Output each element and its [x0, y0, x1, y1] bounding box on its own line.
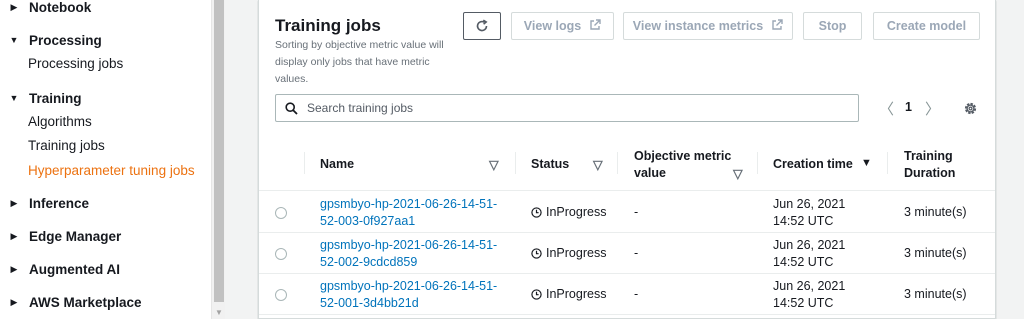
sidebar-scrollbar[interactable]: ▼ — [211, 0, 225, 319]
objective-value: - — [634, 287, 639, 301]
main-content: Training jobs Sorting by objective metri… — [225, 0, 1024, 319]
search-icon — [285, 101, 299, 115]
column-divider — [757, 152, 758, 174]
column-header-status[interactable]: Status — [531, 157, 569, 171]
column-divider — [515, 152, 516, 174]
sidebar-section-label: Edge Manager — [29, 228, 122, 244]
creation-time: Jun 26, 2021 14:52 UTC — [773, 279, 846, 310]
sidebar-section-label: Inference — [29, 195, 90, 211]
sidebar-section-label: Training — [29, 90, 82, 106]
stop-button[interactable]: Stop — [803, 12, 862, 40]
job-name-link[interactable]: gpsmbyo-hp-2021-06-26-14-51- 52-003-0f927… — [320, 196, 497, 230]
sidebar-section-inference[interactable]: ▶ Inference — [0, 193, 90, 213]
training-jobs-panel: Training jobs Sorting by objective metri… — [258, 0, 996, 319]
panel-title: Training jobs — [275, 16, 381, 35]
table-row[interactable]: gpsmbyo-hp-2021-06-26-14-51- 52-002-9cdcd… — [259, 233, 995, 274]
view-logs-button[interactable]: View logs — [511, 12, 614, 40]
sidebar-item-processing-jobs[interactable]: Processing jobs — [28, 54, 123, 74]
status-cell: InProgress — [531, 286, 606, 303]
sidebar-section-label: Notebook — [29, 0, 92, 15]
column-divider — [617, 152, 618, 174]
training-duration: 3 minute(s) — [904, 205, 967, 219]
row-select-radio[interactable] — [275, 207, 287, 219]
column-header-training[interactable]: Training — [904, 149, 953, 163]
caret-right-icon: ▶ — [10, 296, 18, 307]
creation-time: Jun 26, 2021 14:52 UTC — [773, 197, 846, 228]
caret-right-icon: ▶ — [10, 1, 18, 12]
view-logs-label: View logs — [523, 19, 582, 33]
status-cell: InProgress — [531, 204, 606, 221]
sidebar-section-processing[interactable]: ▼ Processing — [0, 30, 102, 50]
next-page-icon[interactable]: 〉 — [925, 98, 940, 119]
sidebar-section-edge-manager[interactable]: ▶ Edge Manager — [0, 226, 122, 246]
caret-right-icon: ▶ — [10, 197, 18, 208]
refresh-icon — [476, 19, 488, 32]
sidebar-item-algorithms[interactable]: Algorithms — [28, 112, 92, 132]
column-header-objective-metric[interactable]: Objective metric — [634, 149, 731, 163]
row-select-radio[interactable] — [275, 289, 287, 301]
sidebar-section-augmented-ai[interactable]: ▶ Augmented AI — [0, 259, 120, 279]
caret-right-icon: ▶ — [10, 230, 18, 241]
sidebar-section-label: Processing — [29, 32, 102, 48]
sidebar-section-label: Augmented AI — [29, 261, 120, 277]
sidebar-section-label: AWS Marketplace — [29, 294, 142, 310]
column-header-objective-metric-value[interactable]: value — [634, 166, 666, 180]
current-page-number[interactable]: 1 — [905, 100, 912, 114]
training-duration: 3 minute(s) — [904, 246, 967, 260]
table-header — [259, 137, 995, 191]
panel-description: Sorting by objective metric value will d… — [275, 39, 444, 85]
sidebar-section-notebook[interactable]: ▶ Notebook — [0, 0, 92, 17]
table-row[interactable]: gpsmbyo-hp-2021-06-26-14-51- 52-003-0f927… — [259, 192, 995, 233]
external-link-icon — [589, 18, 601, 34]
training-duration: 3 minute(s) — [904, 287, 967, 301]
create-model-button[interactable]: Create model — [873, 12, 980, 40]
sidebar-section-aws-marketplace[interactable]: ▶ AWS Marketplace — [0, 292, 142, 312]
sidebar-section-training[interactable]: ▼ Training — [0, 88, 82, 108]
scrollbar-thumb[interactable] — [214, 0, 224, 302]
external-link-icon — [771, 18, 783, 34]
sort-desc-active-icon[interactable]: ▼ — [861, 157, 872, 169]
column-header-name[interactable]: Name — [320, 157, 354, 171]
sidebar-item-training-jobs[interactable]: Training jobs — [28, 136, 105, 156]
refresh-button[interactable] — [463, 12, 501, 40]
sort-down-icon[interactable]: ▽ — [593, 157, 603, 172]
status-cell: InProgress — [531, 245, 606, 262]
sidebar: ▶ Notebook ▼ Processing Processing jobs … — [0, 0, 211, 319]
sort-down-icon[interactable]: ▽ — [489, 157, 499, 172]
job-name-link[interactable]: gpsmbyo-hp-2021-06-26-14-51- 52-002-9cdcd… — [320, 237, 497, 271]
sidebar-item-hyperparameter-tuning-jobs[interactable]: Hyperparameter tuning jobs — [28, 161, 195, 181]
view-instance-metrics-label: View instance metrics — [632, 19, 764, 33]
search-input[interactable]: Search training jobs — [275, 94, 859, 122]
clock-icon — [531, 289, 542, 300]
clock-icon — [531, 248, 542, 259]
objective-value: - — [634, 205, 639, 219]
column-divider — [887, 152, 888, 174]
previous-page-icon[interactable]: 〈 — [879, 98, 894, 119]
objective-value: - — [634, 246, 639, 260]
sort-down-icon[interactable]: ▽ — [733, 166, 743, 181]
column-divider — [304, 152, 305, 174]
column-header-creation-time[interactable]: Creation time — [773, 157, 853, 171]
caret-down-icon: ▼ — [9, 93, 19, 103]
caret-down-icon: ▼ — [9, 35, 19, 45]
row-select-radio[interactable] — [275, 248, 287, 260]
table-row[interactable]: gpsmbyo-hp-2021-06-26-14-51- 52-001-3d4bb… — [259, 274, 995, 315]
search-placeholder: Search training jobs — [307, 101, 414, 115]
clock-icon — [531, 207, 542, 218]
job-name-link[interactable]: gpsmbyo-hp-2021-06-26-14-51- 52-001-3d4bb… — [320, 278, 497, 312]
settings-gear-icon[interactable] — [963, 101, 978, 119]
scroll-down-arrow-icon[interactable]: ▼ — [215, 308, 223, 317]
caret-right-icon: ▶ — [10, 263, 18, 274]
column-header-duration[interactable]: Duration — [904, 166, 955, 180]
creation-time: Jun 26, 2021 14:52 UTC — [773, 238, 846, 269]
view-instance-metrics-button[interactable]: View instance metrics — [623, 12, 793, 40]
